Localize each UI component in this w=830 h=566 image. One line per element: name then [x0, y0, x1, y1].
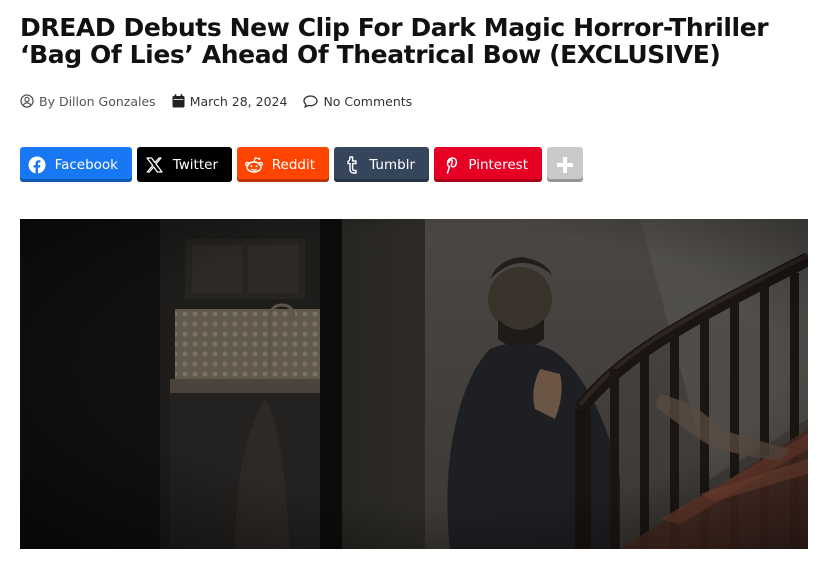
- facebook-share-button[interactable]: Facebook: [20, 147, 132, 182]
- post-meta: By Dillon Gonzales March 28, 2024 No Com…: [20, 92, 428, 110]
- featured-image-scene: [20, 219, 808, 549]
- pinterest-label: Pinterest: [468, 156, 528, 173]
- tumblr-label: Tumblr: [369, 156, 415, 173]
- twitter-share-button[interactable]: Twitter: [137, 147, 232, 182]
- more-share-button[interactable]: [547, 147, 583, 182]
- article-title: DREAD Debuts New Clip For Dark Magic Hor…: [20, 13, 769, 69]
- author-meta: By Dillon Gonzales: [20, 94, 156, 109]
- reddit-label: Reddit: [271, 156, 315, 173]
- x-logo-icon: [137, 147, 173, 182]
- comments-link[interactable]: No Comments: [323, 94, 412, 109]
- calendar-icon: [172, 94, 185, 108]
- tumblr-share-button[interactable]: Tumblr: [334, 147, 429, 182]
- date-meta: March 28, 2024: [172, 94, 288, 109]
- comments-meta: No Comments: [303, 94, 412, 109]
- facebook-label: Facebook: [54, 156, 118, 173]
- facebook-icon: [20, 147, 55, 182]
- tumblr-icon: [334, 147, 369, 182]
- date-link[interactable]: March 28, 2024: [190, 94, 288, 109]
- share-bar: Facebook Twitter Reddit Tumblr Pinterest: [20, 147, 588, 182]
- reddit-share-button[interactable]: Reddit: [237, 147, 329, 182]
- featured-image: [20, 219, 808, 549]
- pinterest-icon: [434, 147, 468, 182]
- author-link[interactable]: By Dillon Gonzales: [39, 94, 156, 109]
- plus-icon: [557, 156, 573, 173]
- pinterest-share-button[interactable]: Pinterest: [434, 147, 542, 182]
- user-circle-icon: [20, 94, 34, 108]
- comment-icon: [303, 94, 319, 108]
- twitter-label: Twitter: [172, 156, 218, 173]
- reddit-icon: [237, 147, 272, 182]
